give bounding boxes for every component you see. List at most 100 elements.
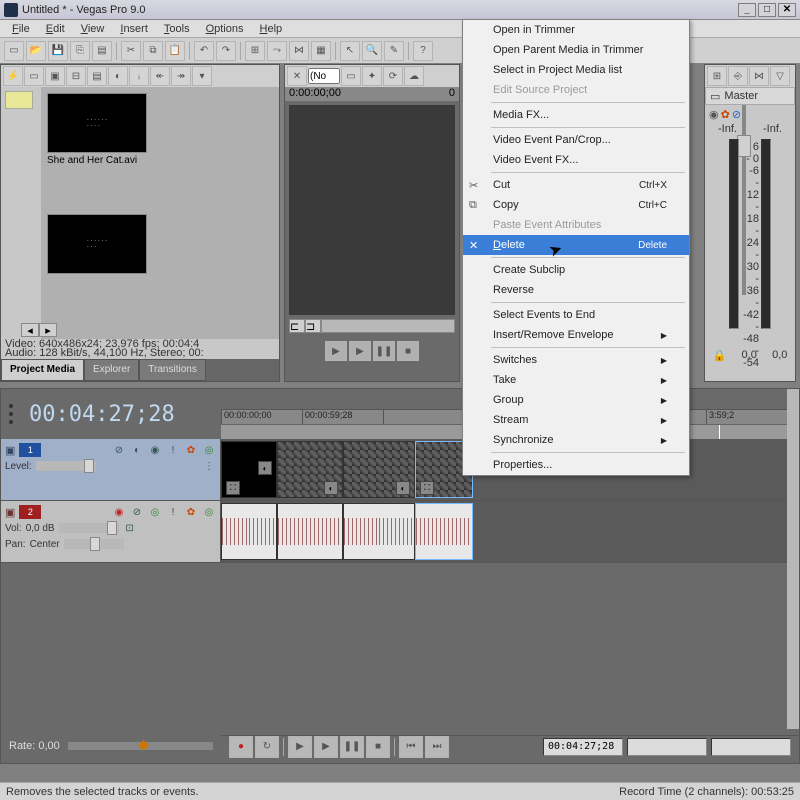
trim-left-button[interactable]: ⊏	[289, 319, 305, 333]
video-clip[interactable]: ◐	[343, 441, 415, 498]
gear-icon[interactable]: ✿	[184, 505, 198, 519]
audio-clip[interactable]	[221, 503, 277, 560]
menu-item-insert-remove-envelope[interactable]: Insert/Remove Envelope▶	[463, 325, 689, 345]
insert-icon[interactable]: ⎆	[728, 66, 748, 86]
dim-icon[interactable]: ▽	[770, 66, 790, 86]
audio-clip-selected[interactable]	[415, 503, 473, 560]
scroll-left-button[interactable]: ◂	[21, 323, 39, 337]
menu-item-select-in-project-media-list[interactable]: Select in Project Media list	[463, 60, 689, 80]
go-start-button[interactable]: ⏮	[399, 736, 423, 758]
autocrossfade-button[interactable]: ⋈	[289, 41, 309, 61]
pan-slider[interactable]	[64, 539, 124, 549]
rate-slider[interactable]: ◆	[68, 742, 213, 750]
envelope-tool-button[interactable]: ✎	[384, 41, 404, 61]
menu-item-create-subclip[interactable]: Create Subclip	[463, 260, 689, 280]
arm-icon[interactable]: ◉	[112, 505, 126, 519]
pan-crop-icon[interactable]: ⛶	[226, 481, 240, 495]
props-icon[interactable]: ▤	[87, 66, 107, 86]
close-button[interactable]: ✕	[778, 3, 796, 17]
menu-item-video-event-pan-crop[interactable]: Video Event Pan/Crop...	[463, 130, 689, 150]
mute-icon[interactable]: ◉	[148, 443, 162, 457]
collapse-icon[interactable]: ▣	[5, 506, 15, 519]
open-button[interactable]: 📂	[26, 41, 46, 61]
video-clip[interactable]: ◐	[277, 441, 343, 498]
maximize-button[interactable]: □	[758, 3, 776, 17]
menu-item-copy[interactable]: ⧉CopyCtrl+C	[463, 195, 689, 215]
menu-item-group[interactable]: Group▶	[463, 390, 689, 410]
render-button[interactable]: ⎘	[70, 41, 90, 61]
cut-button[interactable]: ✂	[121, 41, 141, 61]
bus-icon[interactable]: ⋈	[749, 66, 769, 86]
fx-icon[interactable]: ◐	[324, 481, 338, 495]
go-end-button[interactable]: ⏭	[425, 736, 449, 758]
scroll-right-button[interactable]: ▸	[39, 323, 57, 337]
new-button[interactable]: ▭	[4, 41, 24, 61]
menu-view[interactable]: View	[73, 21, 113, 37]
timeline-tc-len[interactable]	[711, 738, 791, 756]
pause-button[interactable]: ❚❚	[340, 736, 364, 758]
trimmer-canvas[interactable]	[289, 105, 455, 315]
loop-icon[interactable]: ⟳	[383, 66, 403, 86]
video-clip[interactable]: ⛶ ◐	[221, 441, 277, 498]
audio-track-content[interactable]	[221, 501, 787, 562]
record-button[interactable]: ●	[229, 736, 253, 758]
search-icon[interactable]: ᵢ	[129, 66, 149, 86]
output-icon[interactable]: ◉	[709, 108, 719, 121]
timeline-tc-input[interactable]	[543, 738, 623, 756]
stop-button[interactable]: ■	[366, 736, 390, 758]
close-icon[interactable]: ✕	[287, 66, 307, 86]
media-thumbnail[interactable]: · · · · · ·· · ·	[47, 214, 147, 274]
play-button[interactable]: ▶	[325, 341, 347, 361]
trimmer-scrollbar[interactable]: ⊏ ⊐	[289, 319, 455, 333]
folder-icon[interactable]	[5, 91, 33, 109]
menu-item-select-events-to-end[interactable]: Select Events to End	[463, 305, 689, 325]
trimmer-dropdown[interactable]	[308, 68, 340, 84]
fx-icon[interactable]: ◐	[396, 481, 410, 495]
solo-icon[interactable]: !	[166, 443, 180, 457]
lightning-icon[interactable]: ⚡	[3, 66, 23, 86]
mute-icon[interactable]: ◎	[148, 505, 162, 519]
solo-icon[interactable]: !	[166, 505, 180, 519]
cursor-tool-button[interactable]: ↖	[340, 41, 360, 61]
copy-button[interactable]: ⧉	[143, 41, 163, 61]
fwd-button[interactable]: ↠	[171, 66, 191, 86]
play-button[interactable]: ▶	[314, 736, 338, 758]
play-all-button[interactable]: ▶	[349, 341, 371, 361]
trim-right-button[interactable]: ⊐	[305, 319, 321, 333]
properties-button[interactable]: ▤	[92, 41, 112, 61]
audio-track-header[interactable]: ▣ 2 ◉ ⊘ ◎ ! ✿ ◎ Vol: 0,0 dB ⊡	[1, 501, 221, 562]
menu-item-stream[interactable]: Stream▶	[463, 410, 689, 430]
menu-item-video-event-fx[interactable]: Video Event FX...	[463, 150, 689, 170]
paste-button[interactable]: 📋	[165, 41, 185, 61]
menu-item-switches[interactable]: Switches▶	[463, 350, 689, 370]
media-thumbnail[interactable]: · · · · · ·· · · ·	[47, 93, 147, 153]
pause-button[interactable]: ❚❚	[373, 341, 395, 361]
invert-icon[interactable]: ⊘	[130, 505, 144, 519]
video-track-header[interactable]: ▣ 1 ⊘ ◐ ◉ ! ✿ ◎ Level: ⋮	[1, 439, 221, 500]
rate-handle-icon[interactable]: ◆	[137, 736, 149, 752]
more-icon[interactable]: ⊡	[123, 521, 137, 535]
audio-clip[interactable]	[343, 503, 415, 560]
menu-item-open-parent-media-in-trimmer[interactable]: Open Parent Media in Trimmer	[463, 40, 689, 60]
minimize-button[interactable]: _	[738, 3, 756, 17]
help-button[interactable]: ?	[413, 41, 433, 61]
stop-button[interactable]: ■	[397, 341, 419, 361]
menu-edit[interactable]: Edit	[38, 21, 73, 37]
timeline-timecode[interactable]: 00:04:27;28	[29, 402, 175, 427]
lock-icon[interactable]: 🔒	[713, 349, 727, 362]
menu-item-cut[interactable]: ✂CutCtrl+X	[463, 175, 689, 195]
gear-icon[interactable]: ✿	[184, 443, 198, 457]
save-button[interactable]: 💾	[48, 41, 68, 61]
master-fader[interactable]	[737, 105, 751, 295]
menu-item-synchronize[interactable]: Synchronize▶	[463, 430, 689, 450]
gear-icon[interactable]: ✿	[721, 108, 730, 121]
menu-tools[interactable]: Tools	[156, 21, 198, 37]
menu-item-properties[interactable]: Properties...	[463, 455, 689, 475]
autoripple-button[interactable]: ⤳	[267, 41, 287, 61]
menu-item-reverse[interactable]: Reverse	[463, 280, 689, 300]
tab-project-media[interactable]: Project Media	[1, 359, 84, 381]
pan-crop-icon[interactable]: ⛶	[420, 481, 434, 495]
menu-item-open-in-trimmer[interactable]: Open in Trimmer	[463, 20, 689, 40]
fx-icon[interactable]: ◐	[258, 461, 272, 475]
menu-options[interactable]: Options	[198, 21, 252, 37]
